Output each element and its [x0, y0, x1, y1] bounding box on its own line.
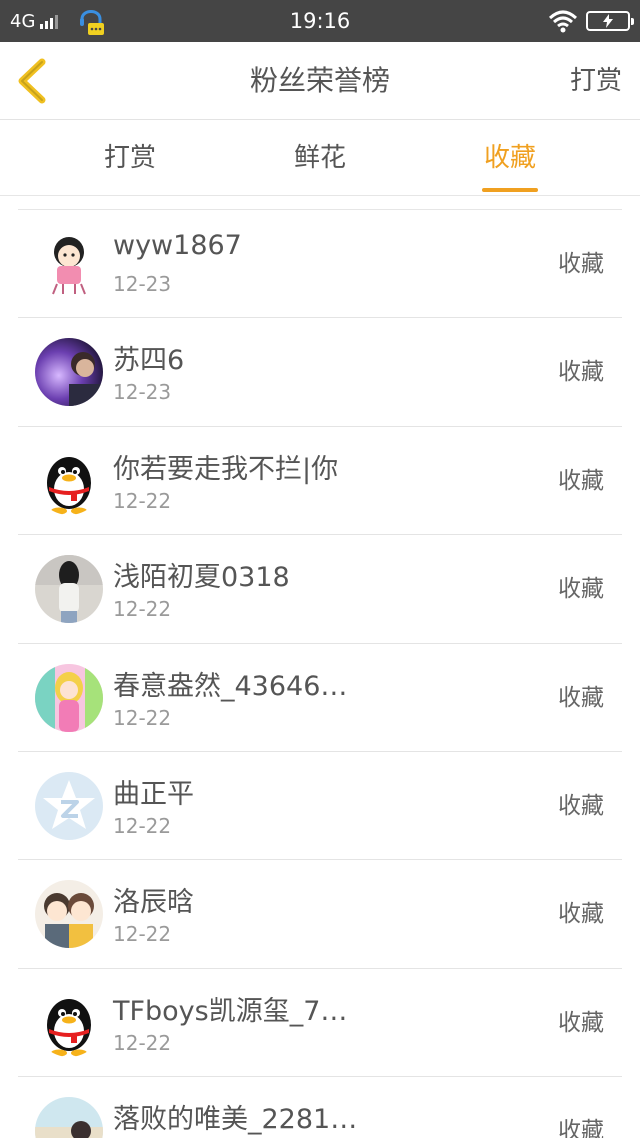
fan-date: 12-22 — [113, 1030, 172, 1055]
action-label: 收藏 — [558, 901, 604, 928]
fan-name: TFboys凯源玺_7… — [113, 995, 348, 1027]
battery-icon — [586, 11, 634, 31]
action-label: 收藏 — [558, 792, 604, 819]
action-label: 收藏 — [558, 467, 604, 494]
tab-label: 打赏 — [103, 143, 156, 173]
list-item[interactable]: wyw1867 12-23 收藏 — [18, 210, 622, 319]
action-label: 收藏 — [558, 1009, 604, 1036]
qq-penguin-avatar — [35, 446, 103, 515]
charging-icon — [603, 14, 613, 28]
fan-name: 曲正平 — [113, 778, 194, 810]
status-bar: 4G 19:16 — [0, 0, 640, 42]
fan-name: 落败的唯美_2281… — [113, 1104, 358, 1136]
nav-header: 粉丝荣誉榜 打赏 — [0, 42, 640, 120]
tab-favorites[interactable]: 收藏 — [455, 121, 565, 196]
action-label: 收藏 — [558, 576, 604, 603]
list-item[interactable]: 春意盎然_43646… 12-22 收藏 — [18, 644, 622, 752]
list-item[interactable]: TFboys凯源玺_7… 12-22 收藏 — [18, 969, 622, 1078]
tab-flowers[interactable]: 鲜花 — [265, 121, 375, 196]
status-right — [548, 0, 634, 42]
action-label: 收藏 — [558, 1118, 604, 1138]
fan-name: 洛辰晗 — [113, 887, 194, 919]
list-item[interactable]: 你若要走我不拦|你 12-22 收藏 — [18, 427, 622, 536]
cartoon-girl-avatar — [35, 230, 103, 298]
fan-date: 12-22 — [113, 813, 172, 838]
fan-date: 12-23 — [113, 272, 172, 296]
list-item[interactable]: 落败的唯美_2281… 收藏 — [18, 1077, 622, 1138]
fan-name: 春意盎然_43646… — [113, 670, 348, 702]
fan-name: 你若要走我不拦|你 — [113, 453, 339, 485]
tab-bar: 打赏 鲜花 收藏 — [0, 121, 640, 196]
action-label: 收藏 — [558, 359, 604, 386]
fan-name: wyw1867 — [113, 230, 242, 261]
page-title: 粉丝荣誉榜 — [249, 64, 390, 97]
fan-date: 12-22 — [113, 488, 172, 513]
tab-reward[interactable]: 打赏 — [75, 121, 185, 196]
photo-avatar — [35, 338, 103, 407]
reward-button[interactable]: 打赏 — [570, 42, 622, 120]
list-item[interactable]: 苏四6 12-23 收藏 — [18, 318, 622, 427]
fan-list: wyw1867 12-23 收藏 苏四6 12-23 收藏 你若要走我不拦|你 — [18, 210, 622, 1138]
fan-date: 12-22 — [113, 597, 172, 622]
fan-date: 12-22 — [113, 922, 172, 947]
photo-avatar — [35, 1097, 103, 1138]
tab-label: 收藏 — [483, 143, 536, 173]
action-label: 收藏 — [558, 251, 604, 277]
anime-doll-avatar — [35, 663, 103, 732]
fan-name: 苏四6 — [113, 345, 185, 377]
cartoon-couple-avatar — [35, 880, 103, 949]
qq-penguin-avatar — [35, 988, 103, 1057]
list-item[interactable]: 浅陌初夏0318 12-22 收藏 — [18, 535, 622, 644]
list-spacer — [0, 197, 640, 209]
wifi-icon — [548, 10, 578, 33]
clock: 19:16 — [289, 9, 351, 33]
tab-label: 鲜花 — [293, 143, 346, 173]
fan-date: 12-22 — [113, 705, 172, 730]
list-item[interactable]: 洛辰晗 12-22 收藏 — [18, 860, 622, 969]
fan-name: 浅陌初夏0318 — [113, 562, 290, 594]
qzone-star-avatar — [35, 771, 103, 840]
action-label: 收藏 — [558, 684, 604, 711]
photo-avatar — [35, 555, 103, 624]
list-item[interactable]: 曲正平 12-22 收藏 — [18, 752, 622, 861]
fan-date: 12-23 — [113, 380, 172, 405]
active-tab-indicator — [482, 188, 538, 192]
